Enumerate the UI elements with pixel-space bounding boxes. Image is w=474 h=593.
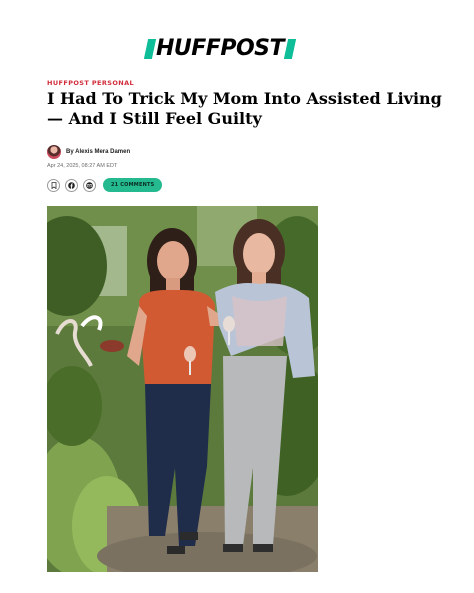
publish-timestamp: Apr 24, 2025, 08:27 AM EDT	[47, 163, 118, 169]
logo-accent-left	[143, 39, 157, 59]
logo-accent-right	[283, 39, 297, 59]
share-bar: 21 COMMENTS	[47, 178, 163, 192]
logo-text: HUFFPOST	[156, 36, 285, 61]
facebook-share-button[interactable]	[65, 178, 78, 192]
author-avatar	[47, 145, 61, 159]
article-headline: I Had To Trick My Mom Into Assisted Livi…	[47, 89, 442, 128]
email-icon	[86, 181, 93, 189]
article-hero-photo	[47, 206, 318, 572]
comments-button[interactable]: 21 COMMENTS	[103, 178, 163, 192]
facebook-icon	[68, 181, 75, 189]
section-kicker[interactable]: HUFFPOST PERSONAL	[47, 79, 134, 87]
email-share-button[interactable]	[83, 178, 96, 192]
byline: By Alexis Mera Damen	[47, 145, 130, 159]
hero-photo-illustration	[47, 206, 318, 572]
author-name[interactable]: By Alexis Mera Damen	[66, 149, 130, 155]
bookmark-button[interactable]	[47, 178, 60, 192]
bookmark-icon	[51, 181, 56, 189]
huffpost-logo[interactable]: HUFFPOST	[143, 36, 297, 61]
